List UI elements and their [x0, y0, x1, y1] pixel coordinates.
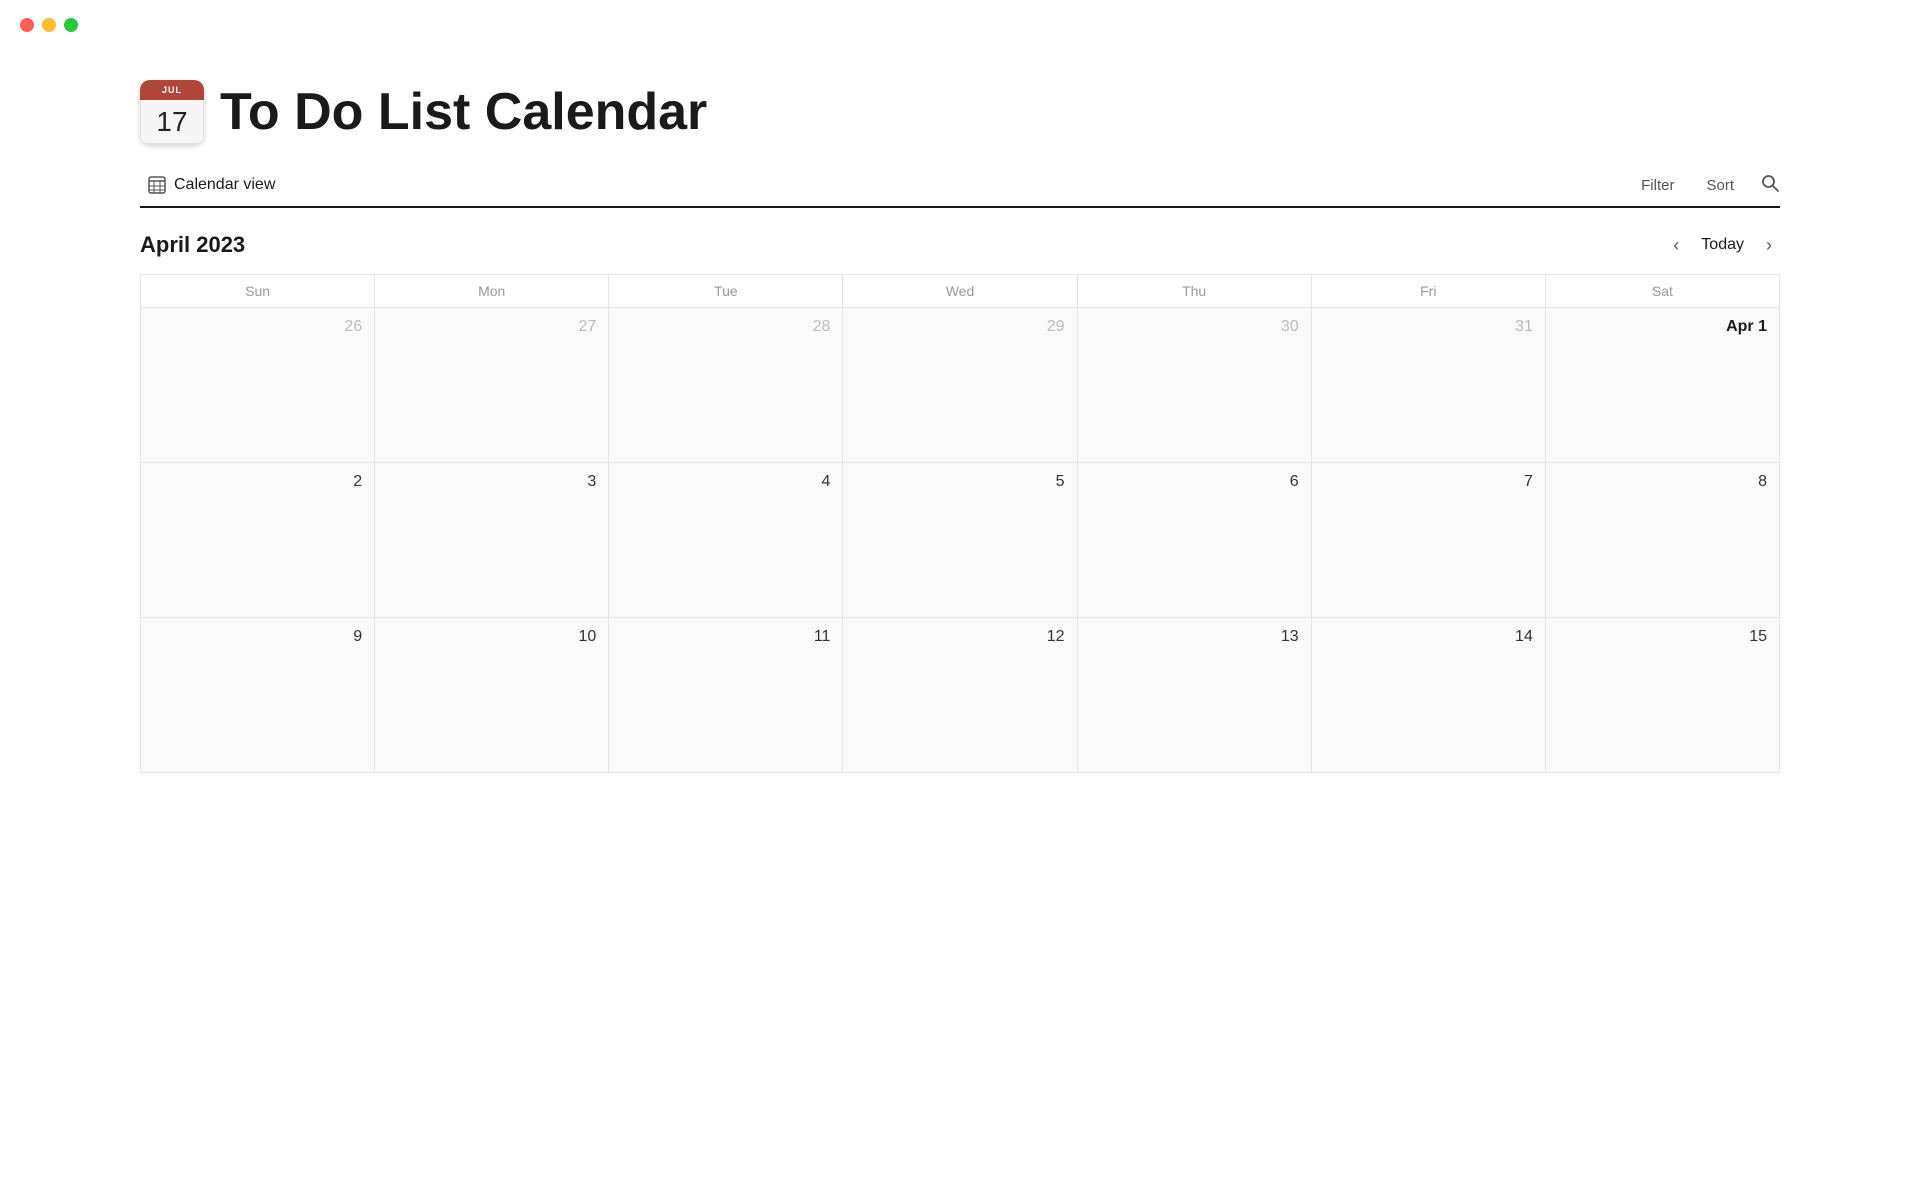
- day-of-week-header: Fri: [1311, 275, 1545, 308]
- calendar-cell[interactable]: Apr 1: [1545, 308, 1779, 463]
- calendar-nav: April 2023 ‹ Today ›: [140, 232, 1780, 258]
- day-number: 3: [387, 473, 596, 491]
- day-number: 8: [1558, 473, 1767, 491]
- day-number: 7: [1324, 473, 1533, 491]
- day-number: 28: [621, 318, 830, 336]
- calendar-cell[interactable]: 12: [843, 618, 1077, 773]
- toolbar-right: Filter Sort: [1635, 173, 1780, 198]
- search-icon: [1760, 173, 1780, 193]
- page-title: To Do List Calendar: [220, 82, 707, 142]
- calendar-body: 26 27 28 29 30 31 Apr 1 2 3 4 5 6 7 8 9 10 11 12 13 14 15: [141, 308, 1780, 773]
- day-number: 5: [855, 473, 1064, 491]
- day-number: 26: [153, 318, 362, 336]
- day-number: 13: [1090, 628, 1299, 646]
- today-button[interactable]: Today: [1691, 232, 1754, 258]
- calendar-cell[interactable]: 5: [843, 463, 1077, 618]
- day-number: 2: [153, 473, 362, 491]
- calendar-cell[interactable]: 2: [141, 463, 375, 618]
- minimize-button[interactable]: [42, 18, 56, 32]
- calendar-cell[interactable]: 7: [1311, 463, 1545, 618]
- day-number: 14: [1324, 628, 1533, 646]
- day-number: 29: [855, 318, 1064, 336]
- view-tab-label: Calendar view: [174, 176, 275, 194]
- calendar-cell[interactable]: 13: [1077, 618, 1311, 773]
- day-of-week-header: Wed: [843, 275, 1077, 308]
- day-number: 27: [387, 318, 596, 336]
- close-button[interactable]: [20, 18, 34, 32]
- calendar-cell[interactable]: 11: [609, 618, 843, 773]
- calendar-grid: SunMonTueWedThuFriSat 262728293031Apr 12…: [140, 274, 1780, 773]
- calendar-cell[interactable]: 3: [375, 463, 609, 618]
- day-of-week-header: Tue: [609, 275, 843, 308]
- calendar-cell[interactable]: 27: [375, 308, 609, 463]
- day-number: 31: [1324, 318, 1533, 336]
- sort-button[interactable]: Sort: [1700, 173, 1740, 198]
- day-number: 10: [387, 628, 596, 646]
- day-number: 9: [153, 628, 362, 646]
- icon-day-area: 17: [140, 100, 204, 144]
- day-of-week-header: Mon: [375, 275, 609, 308]
- calendar-cell[interactable]: 4: [609, 463, 843, 618]
- calendar-view-icon: [148, 176, 166, 194]
- day-of-week-header: Thu: [1077, 275, 1311, 308]
- icon-month-bar: JUL: [140, 80, 204, 100]
- day-number: 11: [621, 628, 830, 646]
- calendar-week-row: 26 27 28 29 30 31 Apr 1: [141, 308, 1780, 463]
- maximize-button[interactable]: [64, 18, 78, 32]
- icon-day: 17: [156, 106, 187, 138]
- search-button[interactable]: [1760, 173, 1780, 198]
- day-number: 30: [1090, 318, 1299, 336]
- calendar-cell[interactable]: 8: [1545, 463, 1779, 618]
- calendar-cell[interactable]: 15: [1545, 618, 1779, 773]
- toolbar: Calendar view Filter Sort: [140, 172, 1780, 208]
- icon-month: JUL: [162, 85, 182, 95]
- day-number: 12: [855, 628, 1064, 646]
- day-of-week-header: Sun: [141, 275, 375, 308]
- calendar-cell[interactable]: 10: [375, 618, 609, 773]
- nav-controls: ‹ Today ›: [1665, 232, 1780, 258]
- main-container: JUL 17 To Do List Calendar Calendar vie: [0, 0, 1920, 813]
- day-number: 6: [1090, 473, 1299, 491]
- calendar-cell[interactable]: 26: [141, 308, 375, 463]
- calendar-cell[interactable]: 6: [1077, 463, 1311, 618]
- calendar-week-row: 2 3 4 5 6 7 8: [141, 463, 1780, 618]
- calendar-cell[interactable]: 28: [609, 308, 843, 463]
- next-month-button[interactable]: ›: [1758, 232, 1780, 258]
- calendar-cell[interactable]: 31: [1311, 308, 1545, 463]
- calendar-cell[interactable]: 29: [843, 308, 1077, 463]
- day-number: 15: [1558, 628, 1767, 646]
- day-number: 4: [621, 473, 830, 491]
- days-of-week-row: SunMonTueWedThuFriSat: [141, 275, 1780, 308]
- toolbar-left: Calendar view: [140, 172, 283, 198]
- header: JUL 17 To Do List Calendar: [140, 80, 1780, 144]
- filter-button[interactable]: Filter: [1635, 173, 1680, 198]
- app-icon: JUL 17: [140, 80, 204, 144]
- calendar-cell[interactable]: 14: [1311, 618, 1545, 773]
- day-of-week-header: Sat: [1545, 275, 1779, 308]
- calendar-header: SunMonTueWedThuFriSat: [141, 275, 1780, 308]
- month-year-label: April 2023: [140, 232, 245, 258]
- calendar-view-tab[interactable]: Calendar view: [140, 172, 283, 198]
- calendar-cell[interactable]: 30: [1077, 308, 1311, 463]
- traffic-lights: [20, 18, 78, 32]
- prev-month-button[interactable]: ‹: [1665, 232, 1687, 258]
- day-number: Apr 1: [1558, 318, 1767, 336]
- calendar-cell[interactable]: 9: [141, 618, 375, 773]
- calendar-week-row: 9 10 11 12 13 14 15: [141, 618, 1780, 773]
